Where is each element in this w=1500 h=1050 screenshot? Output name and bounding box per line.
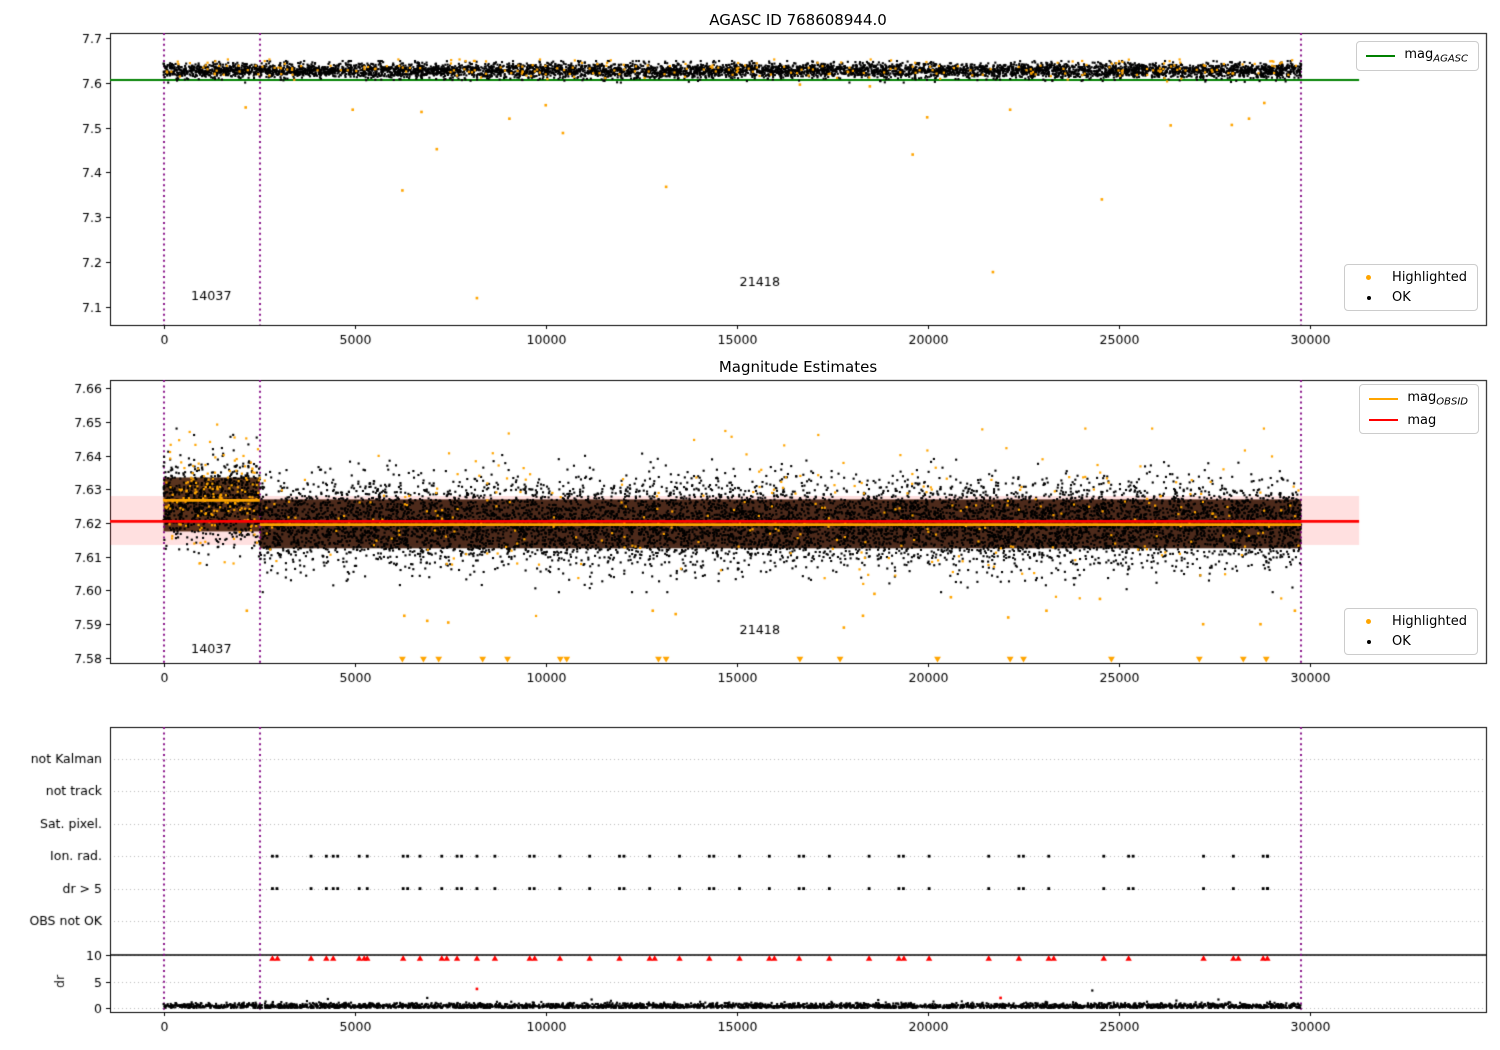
legend-item-ok: OK	[1354, 290, 1467, 305]
figure: AGASC ID 768608944.0 Magnitude Estimates…	[0, 0, 1500, 1050]
highlighted-dot-swatch	[1354, 619, 1383, 624]
orange-line-swatch	[1369, 397, 1399, 401]
legend-middle-markers: Highlighted OK	[1344, 608, 1478, 655]
legend-mag-lines: magOBSID mag	[1359, 384, 1479, 434]
legend-label-ok: OK	[1392, 290, 1411, 305]
legend-item-highlighted: Highlighted	[1354, 270, 1467, 285]
plots-canvas	[0, 0, 1500, 1050]
ok-dot-swatch	[1354, 639, 1383, 644]
red-line-swatch	[1369, 418, 1399, 422]
green-line-swatch	[1366, 54, 1396, 58]
legend-mag-agasc: magAGASC	[1356, 41, 1479, 71]
highlighted-dot-swatch	[1354, 275, 1383, 280]
legend-label-highlighted: Highlighted	[1392, 270, 1467, 285]
middle-plot-title: Magnitude Estimates	[718, 358, 878, 376]
legend-label-highlighted: Highlighted	[1392, 614, 1467, 629]
legend-top-markers: Highlighted OK	[1344, 264, 1478, 311]
legend-label-ok: OK	[1392, 634, 1411, 649]
ok-dot-swatch	[1354, 295, 1383, 300]
legend-item-mag: mag	[1369, 413, 1468, 428]
legend-item-mag-obsid: magOBSID	[1369, 390, 1468, 408]
legend-label-mag-agasc: magAGASC	[1404, 47, 1468, 65]
legend-label-mag: mag	[1407, 412, 1437, 428]
legend-item-mag-agasc: magAGASC	[1366, 47, 1468, 65]
legend-label-mag-obsid: magOBSID	[1407, 390, 1468, 408]
legend-item-highlighted: Highlighted	[1354, 614, 1467, 629]
legend-item-ok: OK	[1354, 634, 1467, 649]
top-plot-title: AGASC ID 768608944.0	[709, 11, 887, 29]
